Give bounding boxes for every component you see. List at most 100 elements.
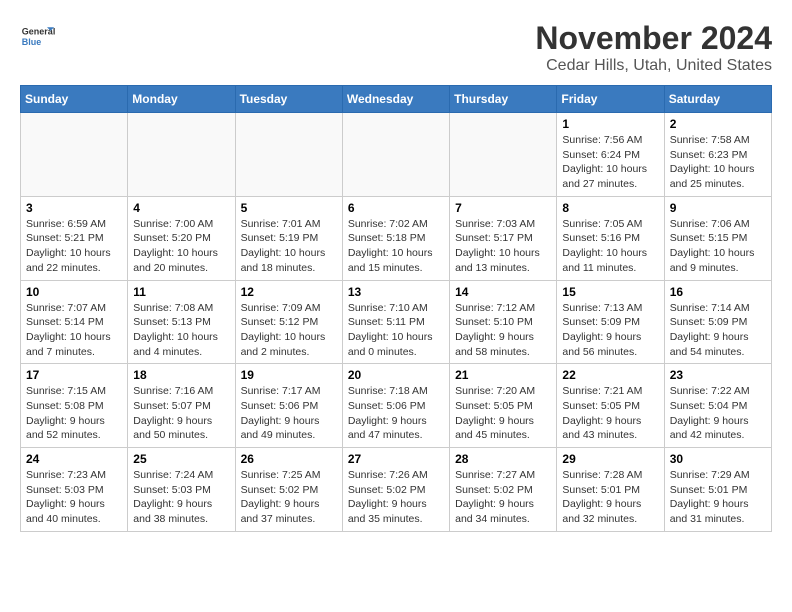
day-number: 20 (348, 368, 444, 382)
calendar-day-cell: 9Sunrise: 7:06 AM Sunset: 5:15 PM Daylig… (664, 196, 771, 280)
day-number: 4 (133, 201, 229, 215)
day-info: Sunrise: 7:00 AM Sunset: 5:20 PM Dayligh… (133, 217, 229, 276)
calendar-day-cell: 21 Sunrise: 7:20 AM Sunset: 5:05 PM Dayli… (450, 364, 557, 448)
calendar-day-cell: 11 Sunrise: 7:08 AM Sunset: 5:13 PM Dayli… (128, 280, 235, 364)
calendar-day-cell: 6Sunrise: 7:02 AM Sunset: 5:18 PM Daylig… (342, 196, 449, 280)
calendar-week-row: 3Sunrise: 6:59 AM Sunset: 5:21 PM Daylig… (21, 196, 772, 280)
day-info: Sunrise: 7:18 AM Sunset: 5:06 PM Dayligh… (348, 384, 444, 443)
svg-text:Blue: Blue (22, 37, 42, 47)
day-info: Sunrise: 7:24 AM Sunset: 5:03 PM Dayligh… (133, 468, 229, 527)
weekday-header-cell: Friday (557, 86, 664, 113)
calendar-day-cell: 14 Sunrise: 7:12 AM Sunset: 5:10 PM Dayli… (450, 280, 557, 364)
day-number: 26 (241, 452, 337, 466)
day-number: 8 (562, 201, 658, 215)
day-info: Sunrise: 7:05 AM Sunset: 5:16 PM Dayligh… (562, 217, 658, 276)
day-info: Sunrise: 7:28 AM Sunset: 5:01 PM Dayligh… (562, 468, 658, 527)
calendar-day-cell: 27 Sunrise: 7:26 AM Sunset: 5:02 PM Dayli… (342, 448, 449, 532)
day-number: 11 (133, 285, 229, 299)
weekday-header-cell: Wednesday (342, 86, 449, 113)
logo: General Blue (20, 20, 56, 56)
day-info: Sunrise: 7:25 AM Sunset: 5:02 PM Dayligh… (241, 468, 337, 527)
day-number: 29 (562, 452, 658, 466)
calendar-day-cell: 19 Sunrise: 7:17 AM Sunset: 5:06 PM Dayli… (235, 364, 342, 448)
calendar-day-cell: 23 Sunrise: 7:22 AM Sunset: 5:04 PM Dayli… (664, 364, 771, 448)
calendar-table: SundayMondayTuesdayWednesdayThursdayFrid… (20, 85, 772, 532)
calendar-day-cell: 3Sunrise: 6:59 AM Sunset: 5:21 PM Daylig… (21, 196, 128, 280)
day-info: Sunrise: 7:03 AM Sunset: 5:17 PM Dayligh… (455, 217, 551, 276)
day-number: 30 (670, 452, 766, 466)
calendar-day-cell (450, 113, 557, 197)
calendar-day-cell: 8 Sunrise: 7:05 AM Sunset: 5:16 PM Daylig… (557, 196, 664, 280)
calendar-week-row: 17 Sunrise: 7:15 AM Sunset: 5:08 PM Dayli… (21, 364, 772, 448)
day-info: Sunrise: 7:22 AM Sunset: 5:04 PM Dayligh… (670, 384, 766, 443)
calendar-day-cell: 29 Sunrise: 7:28 AM Sunset: 5:01 PM Dayli… (557, 448, 664, 532)
day-number: 23 (670, 368, 766, 382)
day-number: 17 (26, 368, 122, 382)
day-info: Sunrise: 7:07 AM Sunset: 5:14 PM Dayligh… (26, 301, 122, 360)
day-info: Sunrise: 7:26 AM Sunset: 5:02 PM Dayligh… (348, 468, 444, 527)
calendar-day-cell: 17 Sunrise: 7:15 AM Sunset: 5:08 PM Dayli… (21, 364, 128, 448)
calendar-week-row: 1Sunrise: 7:56 AM Sunset: 6:24 PM Daylig… (21, 113, 772, 197)
logo-icon: General Blue (20, 20, 56, 56)
day-info: Sunrise: 7:13 AM Sunset: 5:09 PM Dayligh… (562, 301, 658, 360)
calendar-day-cell: 18Sunrise: 7:16 AM Sunset: 5:07 PM Dayli… (128, 364, 235, 448)
day-info: Sunrise: 7:02 AM Sunset: 5:18 PM Dayligh… (348, 217, 444, 276)
calendar-day-cell: 24Sunrise: 7:23 AM Sunset: 5:03 PM Dayli… (21, 448, 128, 532)
day-info: Sunrise: 7:20 AM Sunset: 5:05 PM Dayligh… (455, 384, 551, 443)
calendar-day-cell: 1Sunrise: 7:56 AM Sunset: 6:24 PM Daylig… (557, 113, 664, 197)
calendar-day-cell (235, 113, 342, 197)
day-info: Sunrise: 7:17 AM Sunset: 5:06 PM Dayligh… (241, 384, 337, 443)
day-number: 5 (241, 201, 337, 215)
weekday-header: SundayMondayTuesdayWednesdayThursdayFrid… (21, 86, 772, 113)
title-area: November 2024 Cedar Hills, Utah, United … (535, 20, 772, 75)
day-info: Sunrise: 7:08 AM Sunset: 5:13 PM Dayligh… (133, 301, 229, 360)
calendar-day-cell: 22 Sunrise: 7:21 AM Sunset: 5:05 PM Dayli… (557, 364, 664, 448)
day-number: 22 (562, 368, 658, 382)
day-number: 27 (348, 452, 444, 466)
day-info: Sunrise: 7:14 AM Sunset: 5:09 PM Dayligh… (670, 301, 766, 360)
calendar-day-cell: 12Sunrise: 7:09 AM Sunset: 5:12 PM Dayli… (235, 280, 342, 364)
day-info: Sunrise: 7:21 AM Sunset: 5:05 PM Dayligh… (562, 384, 658, 443)
day-info: Sunrise: 7:27 AM Sunset: 5:02 PM Dayligh… (455, 468, 551, 527)
calendar-day-cell: 10Sunrise: 7:07 AM Sunset: 5:14 PM Dayli… (21, 280, 128, 364)
day-info: Sunrise: 7:12 AM Sunset: 5:10 PM Dayligh… (455, 301, 551, 360)
weekday-header-cell: Monday (128, 86, 235, 113)
calendar-day-cell (342, 113, 449, 197)
location-title: Cedar Hills, Utah, United States (535, 57, 772, 75)
day-number: 15 (562, 285, 658, 299)
calendar-day-cell: 5 Sunrise: 7:01 AM Sunset: 5:19 PM Daylig… (235, 196, 342, 280)
calendar-day-cell: 16 Sunrise: 7:14 AM Sunset: 5:09 PM Dayli… (664, 280, 771, 364)
day-info: Sunrise: 6:59 AM Sunset: 5:21 PM Dayligh… (26, 217, 122, 276)
day-info: Sunrise: 7:56 AM Sunset: 6:24 PM Dayligh… (562, 133, 658, 192)
day-number: 25 (133, 452, 229, 466)
day-info: Sunrise: 7:01 AM Sunset: 5:19 PM Dayligh… (241, 217, 337, 276)
calendar-day-cell (21, 113, 128, 197)
day-number: 7 (455, 201, 551, 215)
day-number: 24 (26, 452, 122, 466)
day-number: 16 (670, 285, 766, 299)
calendar-body: 1Sunrise: 7:56 AM Sunset: 6:24 PM Daylig… (21, 113, 772, 532)
day-info: Sunrise: 7:15 AM Sunset: 5:08 PM Dayligh… (26, 384, 122, 443)
day-number: 9 (670, 201, 766, 215)
day-number: 28 (455, 452, 551, 466)
day-number: 19 (241, 368, 337, 382)
calendar-day-cell: 2 Sunrise: 7:58 AM Sunset: 6:23 PM Daylig… (664, 113, 771, 197)
month-title: November 2024 (535, 20, 772, 57)
calendar-day-cell: 13 Sunrise: 7:10 AM Sunset: 5:11 PM Dayli… (342, 280, 449, 364)
day-number: 21 (455, 368, 551, 382)
calendar-day-cell: 15 Sunrise: 7:13 AM Sunset: 5:09 PM Dayli… (557, 280, 664, 364)
day-info: Sunrise: 7:29 AM Sunset: 5:01 PM Dayligh… (670, 468, 766, 527)
calendar-day-cell: 25 Sunrise: 7:24 AM Sunset: 5:03 PM Dayli… (128, 448, 235, 532)
day-number: 13 (348, 285, 444, 299)
calendar-day-cell: 26 Sunrise: 7:25 AM Sunset: 5:02 PM Dayli… (235, 448, 342, 532)
day-number: 14 (455, 285, 551, 299)
calendar-week-row: 24Sunrise: 7:23 AM Sunset: 5:03 PM Dayli… (21, 448, 772, 532)
day-info: Sunrise: 7:10 AM Sunset: 5:11 PM Dayligh… (348, 301, 444, 360)
day-number: 18 (133, 368, 229, 382)
calendar-day-cell: 28 Sunrise: 7:27 AM Sunset: 5:02 PM Dayli… (450, 448, 557, 532)
weekday-header-cell: Thursday (450, 86, 557, 113)
day-number: 2 (670, 117, 766, 131)
day-info: Sunrise: 7:58 AM Sunset: 6:23 PM Dayligh… (670, 133, 766, 192)
weekday-header-cell: Tuesday (235, 86, 342, 113)
weekday-header-cell: Saturday (664, 86, 771, 113)
